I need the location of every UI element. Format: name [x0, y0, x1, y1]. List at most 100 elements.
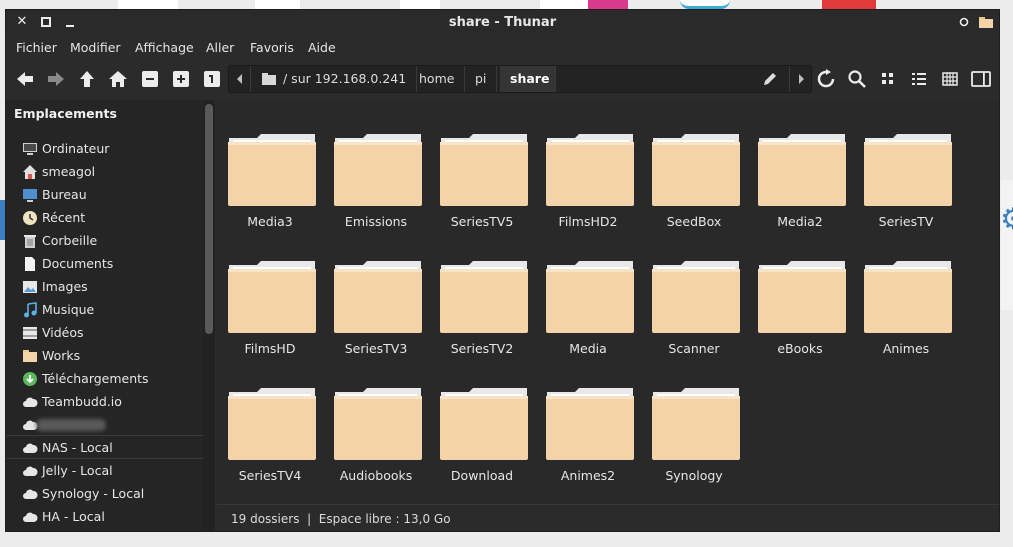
sidebar-item[interactable]: Téléchargements	[6, 367, 203, 390]
folder-item[interactable]: Download	[429, 386, 535, 501]
folder-item[interactable]: Audiobooks	[323, 386, 429, 501]
reload-button[interactable]	[815, 68, 837, 90]
background-app-icon	[680, 0, 730, 9]
folder-item[interactable]: FilmsHD	[217, 259, 323, 374]
sidebar-scrollbar-thumb[interactable]	[205, 104, 213, 334]
arrow-right-icon	[48, 72, 64, 86]
sidebar-item[interactable]: HA - Local	[6, 505, 203, 528]
crumb-share[interactable]: share	[500, 66, 556, 92]
folder-name: Media3	[247, 214, 293, 229]
folder-name: Emissions	[344, 214, 408, 229]
folder-icon	[440, 261, 528, 333]
home-button[interactable]	[107, 68, 129, 90]
sidebar-item-label: Works	[42, 348, 81, 363]
list-view-button[interactable]	[908, 68, 930, 90]
folder-item[interactable]: SeedBox	[641, 132, 747, 247]
sidebar-item-label: Corbeille	[42, 233, 98, 248]
compact-view-button[interactable]	[939, 68, 961, 90]
status-bar: 19 dossiers | Espace libre : 13,0 Go	[217, 504, 999, 531]
sidebar-item[interactable]: NAS - Local	[6, 436, 203, 459]
menu-aide[interactable]: Aide	[308, 40, 336, 55]
sidebar-item-hidden[interactable]	[6, 413, 203, 436]
status-text: 19 dossiers | Espace libre : 13,0 Go	[231, 512, 451, 526]
folder-item[interactable]: SeriesTV4	[217, 386, 323, 501]
background-window-fragment	[118, 0, 178, 9]
menu-aller[interactable]: Aller	[206, 40, 234, 55]
folder-item[interactable]: Animes	[853, 259, 959, 374]
folder-item[interactable]: SeriesTV3	[323, 259, 429, 374]
sidebar-item[interactable]: Ordinateur	[6, 137, 203, 160]
folder-item[interactable]: Media2	[747, 132, 853, 247]
sidebar-item[interactable]: Corbeille	[6, 229, 203, 252]
path-scroll-left-button[interactable]	[229, 66, 251, 92]
folder-item[interactable]: Media3	[217, 132, 323, 247]
folder-name: SeedBox	[666, 214, 722, 229]
cloud-icon	[22, 394, 38, 410]
sidebar-item[interactable]: Vidéos	[6, 321, 203, 344]
back-button[interactable]	[14, 68, 36, 90]
menu-favoris[interactable]: Favoris	[250, 40, 294, 55]
folder-item[interactable]: Media	[535, 259, 641, 374]
file-view[interactable]: Media3 Emissions SeriesTV5 FilmsHD2 SeedBox M…	[217, 100, 999, 504]
home-icon	[22, 164, 38, 180]
forward-button[interactable]	[45, 68, 67, 90]
sidebar-item[interactable]: Musique	[6, 298, 203, 321]
sidebar-item[interactable]: Teambudd.io	[6, 390, 203, 413]
zoom-reset-button[interactable]	[201, 68, 223, 90]
folder-name: Download	[450, 468, 514, 483]
sidebar-item[interactable]: Gopro	[6, 528, 203, 531]
folder-item[interactable]: Synology	[641, 386, 747, 501]
menu-modifier[interactable]: Modifier	[70, 40, 121, 55]
trash-icon	[22, 233, 38, 249]
toolbar: / sur 192.168.0.241 home pi share	[6, 62, 999, 96]
folder-item[interactable]: SeriesTV5	[429, 132, 535, 247]
sidebar-item[interactable]: smeagol	[6, 160, 203, 183]
folder-icon	[546, 388, 634, 460]
sidebar-item[interactable]: Jelly - Local	[6, 459, 203, 482]
folder-icon	[979, 17, 993, 28]
pin-icon	[959, 17, 969, 27]
search-button[interactable]	[846, 68, 868, 90]
sidebar-item[interactable]: Synology - Local	[6, 482, 203, 505]
sidebar-item[interactable]: Récent	[6, 206, 203, 229]
sidebar: Emplacements Ordinateur smeagol Bureau Réce…	[6, 100, 203, 531]
split-view-button[interactable]	[970, 68, 992, 90]
window-menu-button[interactable]	[956, 14, 972, 30]
zoom-in-button[interactable]	[170, 68, 192, 90]
sidebar-item-label: Jelly - Local	[42, 463, 113, 478]
folder-item[interactable]: Animes2	[535, 386, 641, 501]
folder-icon	[864, 261, 952, 333]
chevron-left-icon	[237, 74, 242, 84]
sidebar-item[interactable]: Documents	[6, 252, 203, 275]
folder-item[interactable]: eBooks	[747, 259, 853, 374]
arrow-left-icon	[17, 72, 33, 86]
folder-icon	[652, 261, 740, 333]
folder-icon	[652, 134, 740, 206]
sidebar-item[interactable]: Images	[6, 275, 203, 298]
crumb-pi[interactable]: pi	[465, 66, 498, 92]
folder-item[interactable]: Scanner	[641, 259, 747, 374]
folder-item[interactable]: SeriesTV2	[429, 259, 535, 374]
menu-bar: Fichier Modifier Affichage Aller Favoris…	[6, 36, 999, 60]
folder-item[interactable]: Emissions	[323, 132, 429, 247]
sidebar-item-label: Images	[42, 279, 88, 294]
folder-name: eBooks	[777, 341, 823, 356]
folder-icon	[758, 134, 846, 206]
menu-affichage[interactable]: Affichage	[135, 40, 194, 55]
parent-folder-button[interactable]	[76, 68, 98, 90]
edit-location-button[interactable]	[761, 70, 779, 88]
path-scroll-right-button[interactable]	[789, 66, 811, 92]
sidebar-item-label: HA - Local	[42, 509, 105, 524]
folder-item[interactable]: SeriesTV	[853, 132, 959, 247]
icon-view-button[interactable]	[877, 68, 899, 90]
sidebar-item-label: Bureau	[42, 187, 87, 202]
split-view-icon	[971, 71, 991, 87]
folder-item[interactable]: FilmsHD2	[535, 132, 641, 247]
sidebar-item[interactable]: Works	[6, 344, 203, 367]
sidebar-item[interactable]: Bureau	[6, 183, 203, 206]
background-window-fragment	[255, 0, 300, 9]
menu-fichier[interactable]: Fichier	[16, 40, 57, 55]
zoom-out-button[interactable]	[139, 68, 161, 90]
crumb-root[interactable]: / sur 192.168.0.241	[279, 66, 418, 92]
crumb-home[interactable]: home	[409, 66, 466, 92]
